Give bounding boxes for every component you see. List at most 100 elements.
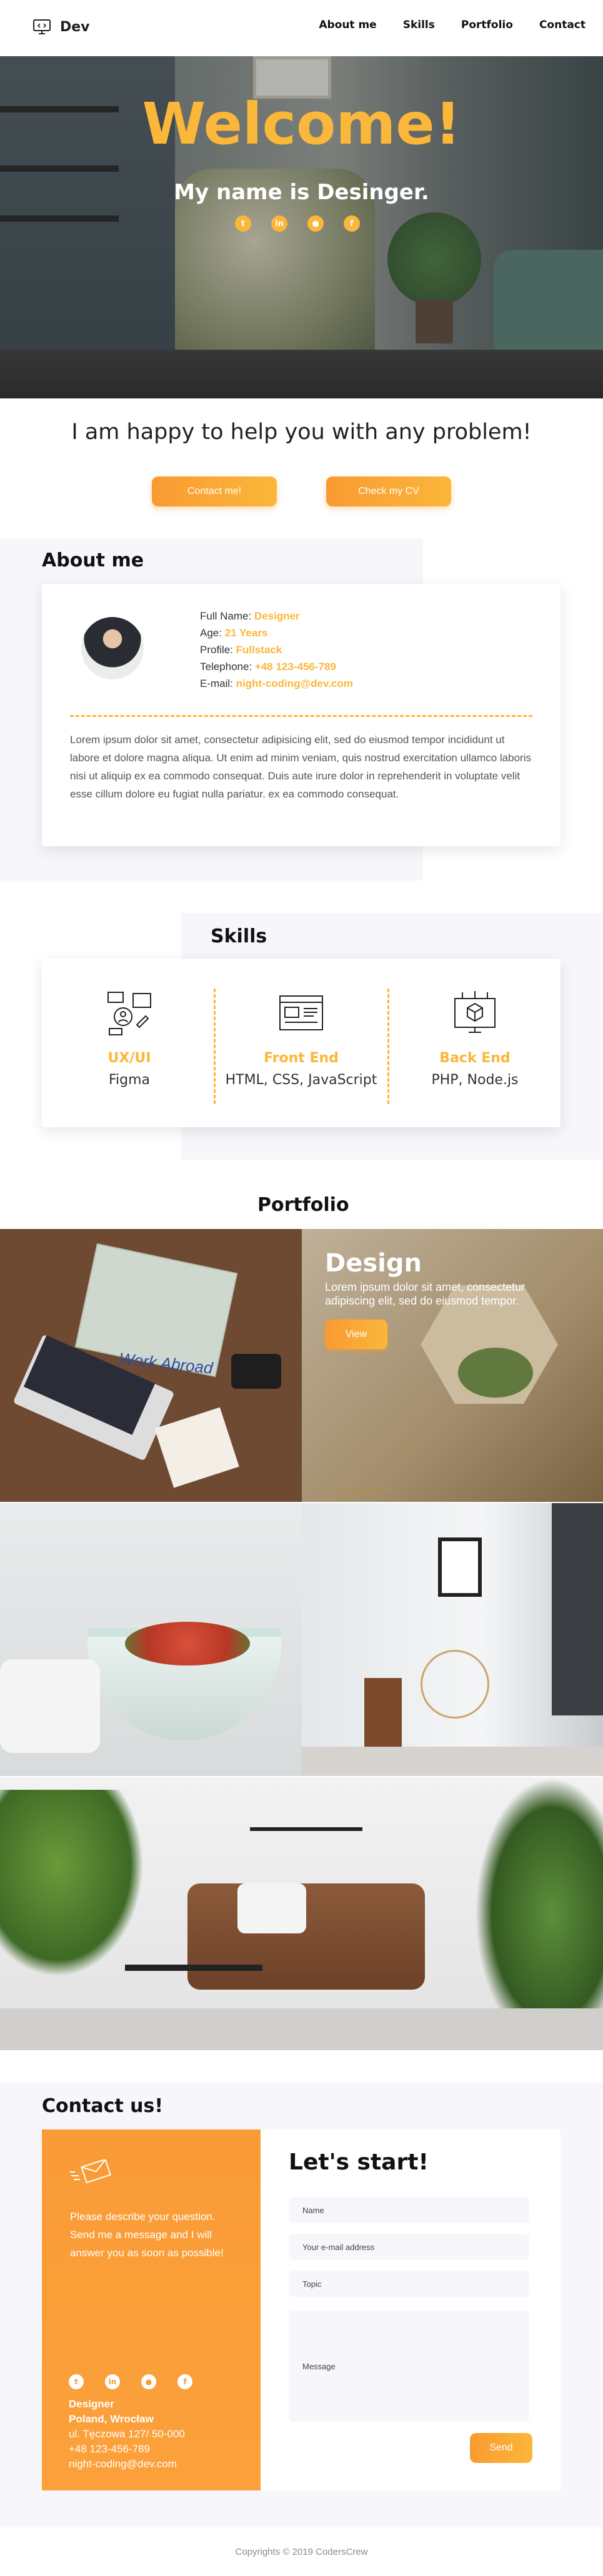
contact-social-links: t in ● f [69, 2374, 192, 2389]
camera-shape [231, 1354, 281, 1389]
about-card: Full Name: Designer Age: 21 Years Profil… [42, 584, 561, 846]
info-value: 21 Years [224, 627, 268, 639]
info-value: +48 123-456-789 [254, 661, 336, 673]
salad-shape [125, 1622, 250, 1666]
skills-title: Skills [211, 925, 267, 947]
skill-backend: Back End PHP, Node.js [387, 959, 562, 1127]
ux-design-icon [107, 992, 151, 1035]
mail-icon [70, 2159, 111, 2184]
about-title: About me [42, 550, 144, 571]
view-button[interactable]: View [325, 1320, 387, 1350]
portfolio-tile-food[interactable] [0, 1503, 302, 1776]
twitter-icon[interactable]: t [235, 215, 251, 232]
table-shape [125, 1965, 262, 1971]
github-icon[interactable]: ● [141, 2374, 156, 2389]
message-field[interactable]: Message [289, 2311, 529, 2422]
nav-menu: About me Skills Portfolio Contact [319, 19, 586, 31]
contact-info-panel: Please describe your question. Send me a… [42, 2129, 261, 2490]
top-navbar: Dev About me Skills Portfolio Contact [0, 0, 603, 56]
chair-shape [421, 1650, 489, 1719]
nav-item-contact[interactable]: Contact [539, 19, 586, 31]
contact-me-button[interactable]: Contact me! [152, 476, 277, 506]
hero-title: Welcome! [142, 91, 461, 157]
pillow-shape [237, 1883, 306, 1933]
linkedin-icon[interactable]: in [105, 2374, 120, 2389]
portfolio-tile-design[interactable]: Design Lorem ipsum dolor sit amet, conse… [302, 1229, 603, 1502]
hero-social-links: t in ● f [235, 215, 360, 232]
send-button[interactable]: Send [470, 2433, 532, 2463]
nav-item-about[interactable]: About me [319, 19, 376, 31]
portfolio-overlay-text: Lorem ipsum dolor sit amet, consectetur … [325, 1281, 526, 1307]
hero-subtitle: My name is Desinger. [174, 180, 429, 205]
notebook-shape [154, 1407, 239, 1488]
floor-shape [0, 2008, 603, 2050]
info-value: Fullstack [236, 644, 282, 656]
github-icon[interactable]: ● [307, 215, 324, 232]
contact-name: Designer [69, 2398, 114, 2410]
info-label: Age: [200, 627, 225, 639]
skill-name: Front End [264, 1050, 339, 1066]
contact-address: Designer Poland, Wrocław ul. Tęczowa 127… [69, 2397, 185, 2472]
contact-title: Contact us! [42, 2095, 164, 2117]
contact-email[interactable]: night-coding@dev.com [69, 2457, 185, 2472]
skill-name: UX/UI [107, 1050, 151, 1066]
skills-card: UX/UI Figma Front End HTML, CSS, JavaScr… [42, 959, 561, 1127]
info-row-email: E-mail: night-coding@dev.com [200, 675, 353, 692]
stool-shape [364, 1678, 402, 1747]
info-value: Designer [254, 610, 300, 622]
nav-item-skills[interactable]: Skills [403, 19, 435, 31]
portfolio-tile-living[interactable] [0, 1777, 603, 2050]
portfolio-title: Portfolio [257, 1194, 349, 1216]
form-title: Let's start! [289, 2149, 429, 2175]
facebook-icon[interactable]: f [344, 215, 360, 232]
info-value[interactable]: night-coding@dev.com [236, 678, 353, 689]
plant-shape [0, 1790, 144, 1977]
email-field[interactable]: Your e-mail address [289, 2234, 529, 2260]
portfolio-tile-travel[interactable]: Work Abroad [0, 1229, 302, 1502]
info-row-name: Full Name: Designer [200, 608, 353, 624]
skill-desc: Figma [108, 1072, 151, 1088]
topic-field[interactable]: Topic [289, 2271, 529, 2297]
info-label: Profile: [200, 644, 236, 656]
info-label: E-mail: [200, 678, 236, 689]
divider [70, 715, 532, 717]
logo[interactable]: Dev [32, 19, 90, 35]
picture-frame-shape [438, 1537, 482, 1597]
skill-name: Back End [439, 1050, 511, 1066]
about-bio: Lorem ipsum dolor sit amet, consectetur … [70, 734, 531, 800]
portfolio-overlay-title: Design [325, 1249, 422, 1278]
monitor-icon [33, 19, 51, 34]
check-cv-button[interactable]: Check my CV [326, 476, 451, 506]
logo-text: Dev [60, 19, 90, 35]
twitter-icon[interactable]: t [69, 2374, 84, 2389]
name-field[interactable]: Name [289, 2197, 529, 2223]
frontend-icon [279, 995, 323, 1030]
info-row-telephone: Telephone: +48 123-456-789 [200, 658, 353, 675]
info-label: Telephone: [200, 661, 255, 673]
about-info: Full Name: Designer Age: 21 Years Profil… [200, 608, 353, 692]
floor-shape [302, 1747, 603, 1776]
skill-frontend: Front End HTML, CSS, JavaScript [214, 959, 389, 1127]
tagline: I am happy to help you with any problem! [71, 420, 532, 445]
window-shape [552, 1503, 603, 1715]
info-row-profile: Profile: Fullstack [200, 641, 353, 658]
contact-phone: +48 123-456-789 [69, 2443, 150, 2455]
backend-icon [454, 991, 496, 1033]
skill-desc: HTML, CSS, JavaScript [225, 1072, 377, 1088]
footer-copyright: Copyrights © 2019 CodersCrew [235, 2547, 368, 2557]
nav-item-portfolio[interactable]: Portfolio [461, 19, 513, 31]
avatar [81, 617, 144, 679]
linkedin-icon[interactable]: in [271, 215, 287, 232]
info-row-age: Age: 21 Years [200, 624, 353, 641]
info-label: Full Name: [200, 610, 254, 622]
contact-form: Let's start! Name Your e-mail address To… [261, 2129, 561, 2490]
skill-desc: PHP, Node.js [431, 1072, 519, 1088]
portfolio-tile-room[interactable] [302, 1503, 603, 1776]
shelf-shape [250, 1827, 362, 1831]
sofa-shape [187, 1883, 425, 1990]
contact-description: Please describe your question. Send me a… [70, 2211, 224, 2259]
contact-street: ul. Tęczowa 127/ 50-000 [69, 2428, 185, 2440]
facebook-icon[interactable]: f [177, 2374, 192, 2389]
napkin-shape [0, 1659, 100, 1753]
skill-uxui: UX/UI Figma [42, 959, 217, 1127]
